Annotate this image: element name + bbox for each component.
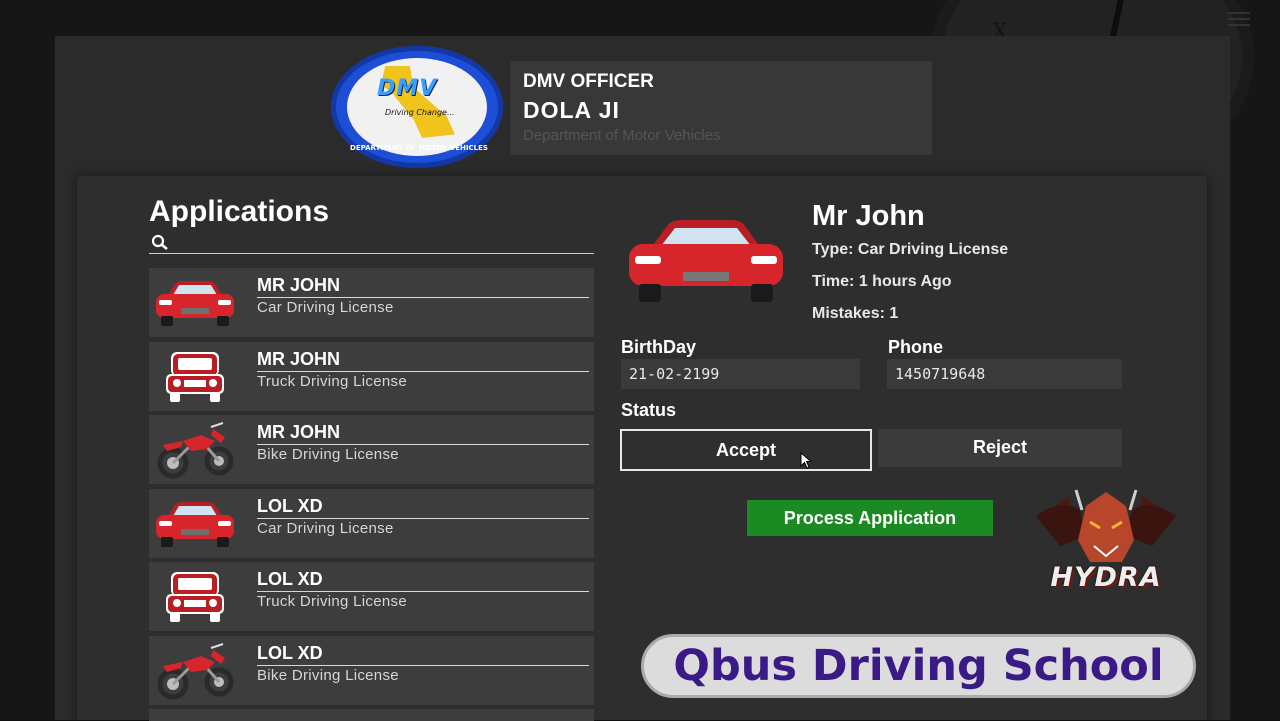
applications-title: Applications [149,195,330,228]
detail-time: Time: 1 hours Ago [812,273,952,290]
applications-list: MR JOHN Car Driving License MR JOHN Truc… [149,268,594,721]
truck-icon [166,351,224,402]
officer-role: DMV OFFICER [523,71,654,92]
bike-icon [157,642,234,699]
car-icon [156,501,234,547]
license-type: Car Driving License [257,519,394,537]
application-item[interactable]: LOL XD Bike Driving License [149,635,594,705]
accept-button[interactable]: Accept [620,429,872,471]
phone-field: 1450719648 [887,359,1122,389]
officer-department: Department of Motor Vehicles [523,127,721,144]
application-item-partial[interactable] [149,709,594,721]
license-type: Bike Driving License [257,446,399,463]
logo-slogan: Driving Change... [385,108,455,117]
reject-button[interactable]: Reject [878,429,1122,467]
mouse-cursor-icon [800,452,813,469]
application-item[interactable]: MR JOHN Truck Driving License [149,341,594,411]
process-application-button[interactable]: Process Application [747,500,993,536]
search-input[interactable] [173,232,587,254]
applicant-name: LOL XD [257,496,589,519]
truck-icon [166,572,224,622]
application-item[interactable]: LOL XD Truck Driving License [149,562,594,631]
license-type: Car Driving License [257,299,394,316]
phone-label: Phone [888,337,944,357]
logo-ring-text: DEPARTMENT OF MOTOR VEHICLES [350,144,488,152]
search-bar [149,232,594,254]
logo-text: DMV [377,76,438,101]
car-icon [156,281,234,326]
applicant-name: LOL XD [257,643,589,666]
birthday-label: BirthDay [621,337,697,357]
hydra-logo: HYDRA [1030,486,1182,610]
detail-mistakes: Mistakes: 1 [812,305,899,322]
dmv-logo: DMV Driving Change... DEPARTMENT OF MOTO… [331,46,503,168]
search-icon[interactable] [151,234,169,250]
car-icon [629,220,783,302]
officer-card: DMV OFFICER DOLA JI Department of Motor … [510,61,932,155]
license-type: Truck Driving License [257,372,407,390]
applicant-name: MR JOHN [257,422,589,445]
brand-banner: Qbus Driving School [641,634,1196,698]
hydra-text: HYDRA [1050,562,1162,593]
applicant-name: LOL XD [257,569,589,592]
status-label: Status [621,400,677,420]
application-item[interactable]: MR JOHN Car Driving License [149,268,594,337]
hamburger-menu-icon[interactable] [1228,12,1250,28]
applicant-name: MR JOHN [257,275,589,298]
license-type: Truck Driving License [257,593,407,610]
brand-text: Qbus Driving School [673,641,1164,691]
application-item[interactable]: LOL XD Car Driving License [149,488,594,558]
officer-name: DOLA JI [523,97,620,123]
applicant-name: MR JOHN [257,349,589,372]
bike-icon [157,422,234,479]
detail-applicant-name: Mr John [812,200,925,232]
application-item[interactable]: MR JOHN Bike Driving License [149,415,594,484]
detail-type: Type: Car Driving License [812,241,1009,258]
birthday-field: 21-02-2199 [621,359,860,389]
license-type: Bike Driving License [257,666,399,684]
